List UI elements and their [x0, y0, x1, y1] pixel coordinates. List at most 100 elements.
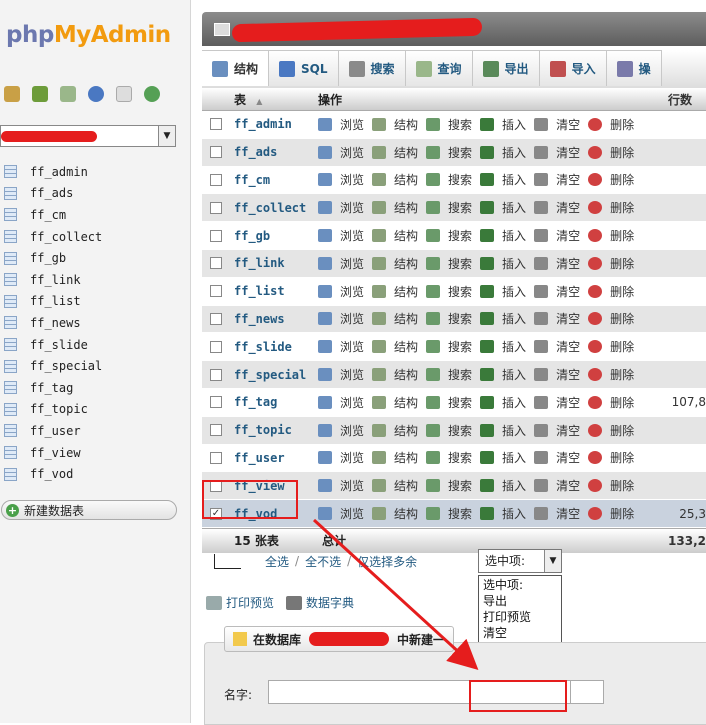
action-2-link[interactable]: 搜索 [426, 422, 472, 439]
table-name-link[interactable]: ff_gb [234, 229, 318, 243]
action-5-link[interactable]: 删除 [588, 283, 634, 300]
action-2-link[interactable]: 搜索 [426, 144, 472, 161]
sidebar-item-ff_list[interactable]: ff_list [4, 291, 102, 313]
action-4-link[interactable]: 清空 [534, 310, 580, 327]
with-selected-select[interactable]: 选中项: ▼ [478, 549, 562, 573]
table-row[interactable]: ff_cm 浏览 结构 搜索 插入 清空 删除 [202, 166, 706, 195]
action-2-link[interactable]: 搜索 [426, 255, 472, 272]
action-0-link[interactable]: 浏览 [318, 505, 364, 522]
action-1-link[interactable]: 结构 [372, 449, 418, 466]
action-5-link[interactable]: 删除 [588, 394, 634, 411]
action-5-link[interactable]: 删除 [588, 116, 634, 133]
option-item[interactable]: 打印预览 [479, 609, 561, 625]
action-1-link[interactable]: 结构 [372, 171, 418, 188]
print-view-link[interactable]: 打印预览 [206, 594, 274, 611]
row-checkbox[interactable] [210, 173, 222, 186]
action-2-link[interactable]: 搜索 [426, 171, 472, 188]
action-1-link[interactable]: 结构 [372, 338, 418, 355]
action-5-link[interactable]: 删除 [588, 171, 634, 188]
action-1-link[interactable]: 结构 [372, 144, 418, 161]
sidebar-item-ff_user[interactable]: ff_user [4, 420, 102, 442]
table-row[interactable]: ff_link 浏览 结构 搜索 插入 清空 删除 [202, 249, 706, 278]
action-1-link[interactable]: 结构 [372, 366, 418, 383]
row-checkbox[interactable] [210, 312, 222, 325]
sidebar-item-ff_special[interactable]: ff_special [4, 355, 102, 377]
row-checkbox[interactable] [210, 451, 222, 464]
new-table-button[interactable]: + 新建数据表 [1, 500, 177, 520]
action-3-link[interactable]: 插入 [480, 116, 526, 133]
action-5-link[interactable]: 删除 [588, 366, 634, 383]
action-0-link[interactable]: 浏览 [318, 310, 364, 327]
action-5-link[interactable]: 删除 [588, 422, 634, 439]
table-row[interactable]: ff_news 浏览 结构 搜索 插入 清空 删除 [202, 305, 706, 334]
check-all-link[interactable]: 全选 [265, 553, 289, 570]
sidebar-item-ff_ads[interactable]: ff_ads [4, 183, 102, 205]
action-5-link[interactable]: 删除 [588, 227, 634, 244]
table-row[interactable]: ff_topic 浏览 结构 搜索 插入 清空 删除 [202, 416, 706, 445]
sidebar-item-ff_gb[interactable]: ff_gb [4, 247, 102, 269]
table-row[interactable]: ff_ads 浏览 结构 搜索 插入 清空 删除 [202, 138, 706, 167]
action-2-link[interactable]: 搜索 [426, 366, 472, 383]
action-3-link[interactable]: 插入 [480, 394, 526, 411]
table-name-link[interactable]: ff_cm [234, 173, 318, 187]
table-name-link[interactable]: ff_collect [234, 201, 318, 215]
table-name-link[interactable]: ff_slide [234, 340, 318, 354]
action-5-link[interactable]: 删除 [588, 338, 634, 355]
tab-structure[interactable]: 结构 [202, 50, 270, 86]
action-4-link[interactable]: 清空 [534, 338, 580, 355]
option-item[interactable]: 选中项: [479, 577, 561, 593]
action-0-link[interactable]: 浏览 [318, 477, 364, 494]
action-3-link[interactable]: 插入 [480, 449, 526, 466]
action-4-link[interactable]: 清空 [534, 144, 580, 161]
option-item[interactable]: 清空 [479, 625, 561, 641]
row-checkbox[interactable] [210, 396, 222, 409]
exit-icon[interactable] [32, 86, 48, 102]
action-1-link[interactable]: 结构 [372, 116, 418, 133]
action-3-link[interactable]: 插入 [480, 283, 526, 300]
action-3-link[interactable]: 插入 [480, 505, 526, 522]
action-1-link[interactable]: 结构 [372, 199, 418, 216]
row-checkbox[interactable] [210, 118, 222, 131]
action-5-link[interactable]: 删除 [588, 449, 634, 466]
action-0-link[interactable]: 浏览 [318, 199, 364, 216]
tab-export[interactable]: 导出 [472, 50, 540, 86]
action-4-link[interactable]: 清空 [534, 449, 580, 466]
action-5-link[interactable]: 删除 [588, 255, 634, 272]
action-2-link[interactable]: 搜索 [426, 227, 472, 244]
action-1-link[interactable]: 结构 [372, 310, 418, 327]
sidebar-item-ff_view[interactable]: ff_view [4, 442, 102, 464]
action-3-link[interactable]: 插入 [480, 338, 526, 355]
action-4-link[interactable]: 清空 [534, 505, 580, 522]
action-5-link[interactable]: 删除 [588, 199, 634, 216]
table-name-link[interactable]: ff_user [234, 451, 318, 465]
action-2-link[interactable]: 搜索 [426, 199, 472, 216]
action-5-link[interactable]: 删除 [588, 144, 634, 161]
action-0-link[interactable]: 浏览 [318, 283, 364, 300]
table-row[interactable]: ff_admin 浏览 结构 搜索 插入 清空 删除 [202, 111, 706, 139]
action-3-link[interactable]: 插入 [480, 227, 526, 244]
action-4-link[interactable]: 清空 [534, 171, 580, 188]
action-1-link[interactable]: 结构 [372, 477, 418, 494]
sidebar-item-ff_slide[interactable]: ff_slide [4, 334, 102, 356]
table-name-link[interactable]: ff_special [234, 368, 318, 382]
phpmyadmin-logo[interactable]: phpMyAdmin [6, 22, 171, 48]
action-5-link[interactable]: 删除 [588, 505, 634, 522]
data-dictionary-link[interactable]: 数据字典 [286, 594, 354, 611]
sidebar-item-ff_cm[interactable]: ff_cm [4, 204, 102, 226]
row-checkbox[interactable] [210, 257, 222, 270]
row-checkbox[interactable] [210, 340, 222, 353]
action-1-link[interactable]: 结构 [372, 505, 418, 522]
sidebar-item-ff_link[interactable]: ff_link [4, 269, 102, 291]
action-2-link[interactable]: 搜索 [426, 449, 472, 466]
table-row[interactable]: ff_collect 浏览 结构 搜索 插入 清空 删除 [202, 194, 706, 223]
table-row[interactable]: ff_slide 浏览 结构 搜索 插入 清空 删除 [202, 333, 706, 362]
action-0-link[interactable]: 浏览 [318, 144, 364, 161]
action-0-link[interactable]: 浏览 [318, 171, 364, 188]
action-0-link[interactable]: 浏览 [318, 394, 364, 411]
table-row[interactable]: ff_list 浏览 结构 搜索 插入 清空 删除 [202, 277, 706, 306]
table-name-link[interactable]: ff_ads [234, 145, 318, 159]
docs-icon[interactable] [116, 86, 132, 102]
action-2-link[interactable]: 搜索 [426, 394, 472, 411]
column-header-table[interactable]: 表 ▲ [234, 91, 318, 108]
table-row[interactable]: ff_special 浏览 结构 搜索 插入 清空 删除 [202, 361, 706, 389]
